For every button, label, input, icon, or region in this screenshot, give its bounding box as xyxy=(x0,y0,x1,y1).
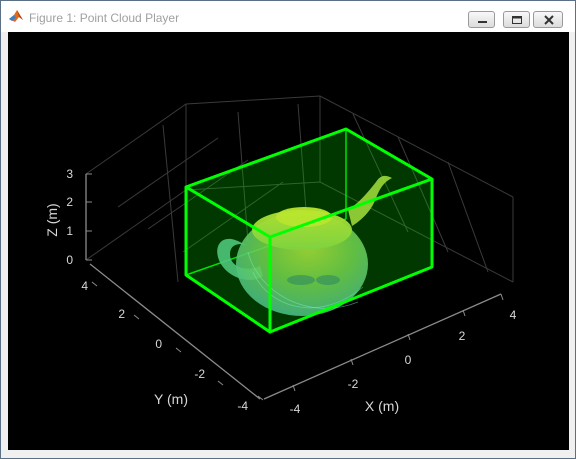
minimize-icon xyxy=(478,21,487,23)
z-tick-label: 2 xyxy=(66,195,73,209)
maximize-icon xyxy=(512,16,522,24)
x-tick-label: -2 xyxy=(348,377,359,391)
close-button[interactable] xyxy=(533,11,563,28)
x-tick-label: 0 xyxy=(405,353,412,367)
y-tick-label: 0 xyxy=(155,337,162,351)
x-tick-labels: -4 -2 0 2 4 xyxy=(290,308,517,416)
point-cloud-axes[interactable]: 3 2 1 0 4 2 0 -2 -4 -4 -2 0 2 4 Z (m) Y … xyxy=(8,32,569,450)
z-tick-labels: 3 2 1 0 xyxy=(66,167,73,267)
x-tick-label: -4 xyxy=(290,402,301,416)
y-axis-label: Y (m) xyxy=(154,391,188,407)
maximize-button[interactable] xyxy=(503,11,530,28)
figure-canvas[interactable]: 3 2 1 0 4 2 0 -2 -4 -4 -2 0 2 4 Z (m) Y … xyxy=(8,32,569,450)
figure-window: Figure 1: Point Cloud Player 3 2 1 0 4 2… xyxy=(0,0,576,459)
close-icon xyxy=(544,15,554,25)
minimize-button[interactable] xyxy=(468,11,495,28)
x-tick-label: 2 xyxy=(459,329,466,343)
x-axis-label: X (m) xyxy=(365,398,399,414)
z-tick-label: 3 xyxy=(66,167,73,181)
title-bar[interactable]: Figure 1: Point Cloud Player xyxy=(1,1,575,32)
z-axis-label: Z (m) xyxy=(44,203,60,236)
y-tick-label: 4 xyxy=(81,279,88,293)
matlab-logo-icon xyxy=(8,8,24,24)
z-tick-label: 0 xyxy=(66,253,73,267)
y-tick-label: -2 xyxy=(194,367,205,381)
x-tick-label: 4 xyxy=(510,308,517,322)
z-tick-label: 1 xyxy=(66,224,73,238)
y-tick-label: 2 xyxy=(118,307,125,321)
window-title: Figure 1: Point Cloud Player xyxy=(29,11,180,25)
y-tick-label: -4 xyxy=(237,399,248,413)
